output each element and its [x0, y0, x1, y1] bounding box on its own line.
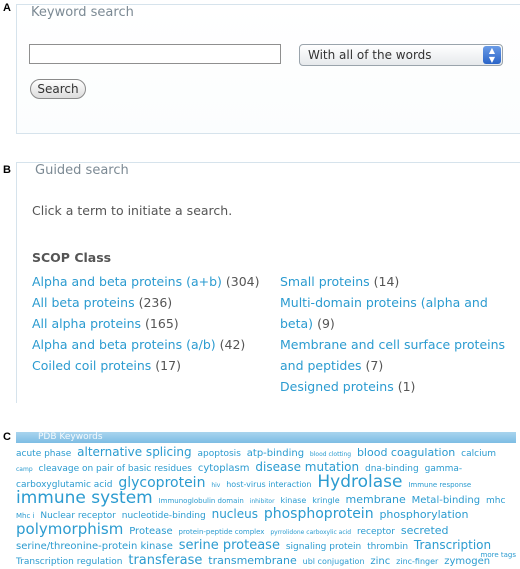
- scop-item: Coiled coil proteins (17): [32, 355, 272, 376]
- scop-link-small-proteins[interactable]: Small proteins: [280, 274, 370, 289]
- keyword-tag[interactable]: atp-binding: [247, 448, 304, 459]
- scop-link-all-beta[interactable]: All beta proteins: [32, 295, 135, 310]
- scop-link-designed-proteins[interactable]: Designed proteins: [280, 379, 394, 394]
- keyword-tag[interactable]: Transcription: [414, 538, 491, 552]
- scop-link-multi-domain-cont[interactable]: beta): [280, 316, 313, 331]
- scop-item: and peptides (7): [280, 355, 515, 376]
- keyword-tag[interactable]: host-virus interaction: [226, 480, 311, 489]
- keyword-tag[interactable]: signaling protein: [286, 542, 361, 552]
- scop-item: Membrane and cell surface proteins: [280, 334, 515, 355]
- keyword-tag[interactable]: inhibitor: [250, 498, 275, 505]
- scop-class-list-left: Alpha and beta proteins (a+b) (304) All …: [32, 271, 272, 376]
- keyword-search-legend: Keyword search: [29, 5, 136, 20]
- panel-label-b: B: [3, 164, 11, 176]
- keyword-tag[interactable]: kringle: [312, 496, 339, 505]
- scop-item: Designed proteins (1): [280, 376, 515, 397]
- match-mode-selected-value: With all of the words: [308, 48, 432, 62]
- keyword-tag[interactable]: transmembrane: [208, 554, 296, 567]
- scop-item: Small proteins (14): [280, 271, 515, 292]
- keyword-tag[interactable]: calcium: [461, 449, 496, 459]
- scop-count: (17): [155, 358, 181, 373]
- search-button[interactable]: Search: [30, 79, 86, 99]
- scop-link-membrane-cell-surface[interactable]: Membrane and cell surface proteins: [280, 337, 505, 352]
- keyword-tag[interactable]: protein-peptide complex: [179, 528, 265, 536]
- keyword-tag[interactable]: kinase: [280, 496, 306, 505]
- keyword-tag[interactable]: secreted: [401, 524, 449, 537]
- scop-count: (7): [365, 358, 384, 373]
- keyword-tag[interactable]: cleavage on pair of basic residues: [39, 464, 192, 474]
- keyword-tag[interactable]: hiv: [211, 482, 220, 489]
- keyword-tag[interactable]: nucleotide-binding: [122, 511, 206, 521]
- scop-item: Alpha and beta proteins (a/b) (42): [32, 334, 272, 355]
- keyword-tag[interactable]: Protease: [129, 526, 172, 537]
- keyword-search-input[interactable]: [29, 44, 281, 64]
- keyword-tag[interactable]: acute phase: [16, 449, 71, 459]
- keyword-tag[interactable]: nucleus: [212, 507, 258, 521]
- scop-count: (9): [317, 316, 335, 331]
- scop-link-alpha-beta-a-slash-b[interactable]: Alpha and beta proteins (a/b): [32, 337, 216, 352]
- scop-count: (14): [373, 274, 400, 289]
- scop-class-list-right: Small proteins (14) Multi-domain protein…: [280, 271, 515, 397]
- keyword-tag[interactable]: pyrrolidone carboxylic acid: [270, 529, 351, 536]
- keyword-tag[interactable]: Hydrolase: [317, 472, 402, 492]
- keyword-tag[interactable]: Immunoglobulin domain: [159, 497, 244, 505]
- scop-item: beta) (9): [280, 313, 515, 334]
- match-mode-select[interactable]: With all of the words ▲ ▼: [299, 44, 503, 66]
- keyword-tag[interactable]: Metal-binding: [412, 495, 481, 506]
- keyword-tag[interactable]: camp: [16, 466, 33, 473]
- scop-link-membrane-cell-surface-cont[interactable]: and peptides: [280, 358, 362, 373]
- scop-link-multi-domain[interactable]: Multi-domain proteins (alpha and: [280, 295, 488, 310]
- guided-search-panel: Guided search Click a term to initiate a…: [16, 162, 520, 403]
- keyword-tag[interactable]: serine/threonine-protein kinase: [16, 541, 173, 552]
- guided-search-instruction: Click a term to initiate a search.: [32, 203, 233, 218]
- scop-count: (1): [397, 379, 416, 394]
- scop-link-coiled-coil[interactable]: Coiled coil proteins: [32, 358, 151, 373]
- panel-label-a: A: [3, 2, 11, 14]
- more-tags-link[interactable]: more tags: [481, 551, 516, 559]
- keyword-tag[interactable]: alternative splicing: [77, 445, 192, 459]
- keyword-tag[interactable]: receptor: [357, 527, 395, 537]
- keyword-tag[interactable]: apoptosis: [198, 449, 241, 459]
- panel-label-c: C: [3, 431, 11, 443]
- keyword-tag[interactable]: Mhc i: [16, 512, 35, 520]
- keyword-tag[interactable]: transferase: [128, 553, 202, 568]
- pdb-keywords-header: PDB Keywords: [16, 432, 516, 443]
- keyword-tag[interactable]: phosphorylation: [379, 508, 468, 521]
- scop-class-heading: SCOP Class: [32, 250, 112, 265]
- keyword-tag[interactable]: Immune response: [408, 481, 471, 489]
- keyword-tag[interactable]: Transcription regulation: [16, 557, 122, 567]
- keyword-tag[interactable]: phosphoprotein: [264, 506, 374, 522]
- keyword-tag[interactable]: blood clotting: [310, 451, 351, 458]
- scop-count: (236): [138, 295, 173, 310]
- scop-item: All beta proteins (236): [32, 292, 272, 313]
- scop-count: (304): [225, 274, 260, 289]
- scop-link-alpha-beta-a-plus-b[interactable]: Alpha and beta proteins (a+b): [32, 274, 222, 289]
- keyword-tag[interactable]: serine protease: [179, 538, 280, 553]
- keyword-tag[interactable]: blood coagulation: [357, 446, 455, 459]
- scop-count: (165): [145, 316, 179, 331]
- keyword-tag[interactable]: thrombin: [367, 542, 408, 552]
- scop-item: All alpha proteins (165): [32, 313, 272, 334]
- keyword-tag[interactable]: cytoplasm: [198, 463, 250, 474]
- guided-search-legend: Guided search: [33, 163, 131, 178]
- keyword-tag-cloud: acute phase alternative splicing apoptos…: [16, 446, 518, 569]
- scop-count: (42): [219, 337, 246, 352]
- keyword-tag[interactable]: membrane: [346, 493, 406, 506]
- scop-item: Multi-domain proteins (alpha and: [280, 292, 515, 313]
- select-arrows-icon: ▲ ▼: [483, 46, 501, 64]
- keyword-search-panel: Keyword search With all of the words ▲ ▼ …: [16, 4, 520, 134]
- keyword-tag[interactable]: polymorphism: [16, 520, 123, 538]
- keyword-tag[interactable]: mhc: [486, 496, 505, 506]
- scop-item: Alpha and beta proteins (a+b) (304): [32, 271, 272, 292]
- scop-link-all-alpha[interactable]: All alpha proteins: [32, 316, 141, 331]
- keyword-tag[interactable]: immune system: [16, 488, 153, 508]
